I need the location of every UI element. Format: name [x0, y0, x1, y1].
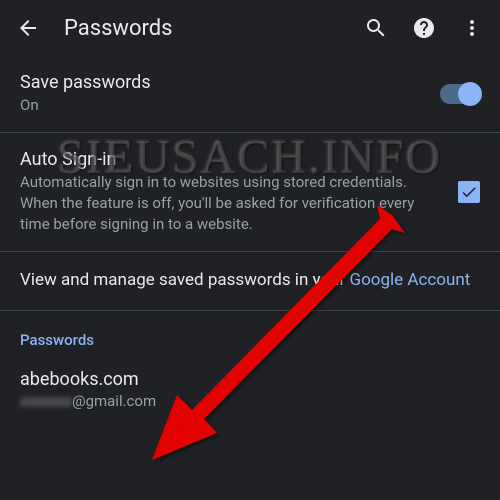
auto-signin-checkbox[interactable]	[458, 181, 480, 203]
manage-link-text: View and manage saved passwords in your	[20, 270, 350, 290]
save-passwords-row[interactable]: Save passwords On	[0, 56, 500, 133]
password-email: xxxxxxx@gmail.com	[20, 392, 480, 410]
help-icon[interactable]	[412, 16, 436, 40]
manage-passwords-link[interactable]: View and manage saved passwords in your …	[0, 252, 500, 311]
google-account-link[interactable]: Google Account	[350, 270, 471, 290]
password-site: abebooks.com	[20, 369, 480, 390]
auto-signin-row[interactable]: Auto Sign-in Automatically sign in to we…	[0, 133, 500, 252]
page-title: Passwords	[64, 16, 173, 41]
more-icon[interactable]	[460, 16, 484, 40]
search-icon[interactable]	[364, 16, 388, 40]
password-list-item[interactable]: abebooks.com xxxxxxx@gmail.com	[0, 357, 500, 422]
auto-signin-title: Auto Sign-in	[20, 149, 442, 170]
back-icon[interactable]	[16, 16, 40, 40]
passwords-section-header: Passwords	[0, 311, 500, 357]
save-passwords-status: On	[20, 95, 440, 116]
save-passwords-title: Save passwords	[20, 72, 440, 93]
save-passwords-toggle[interactable]	[440, 84, 480, 104]
auto-signin-description: Automatically sign in to websites using …	[20, 172, 442, 235]
